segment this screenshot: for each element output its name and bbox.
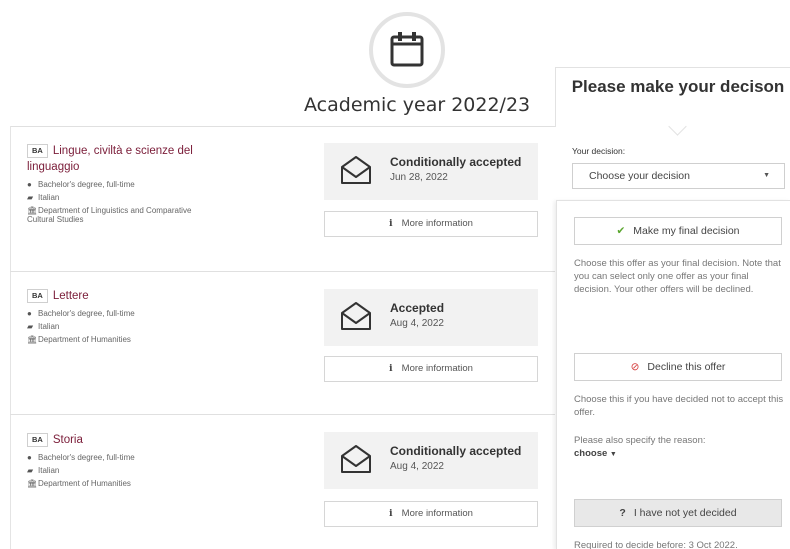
- speech-bubble-icon: ▰: [27, 322, 34, 331]
- degree-type: ● Bachelor's degree, full-time: [27, 309, 217, 319]
- not-yet-decided-label: I have not yet decided: [633, 507, 737, 519]
- language-text: Italian: [38, 322, 60, 331]
- final-decision-description: Choose this offer as your final decision…: [574, 258, 781, 295]
- speech-bubble-icon: ▰: [27, 466, 34, 475]
- program-title-text: Lettere: [52, 290, 89, 302]
- envelope-open-icon: [341, 156, 371, 184]
- more-information-label: More information: [401, 508, 473, 519]
- institution-icon: 🏛: [27, 335, 38, 344]
- caret-down-icon: ▼: [609, 451, 617, 458]
- degree-badge: BA: [27, 144, 48, 158]
- reason-dropdown-label: choose: [574, 448, 608, 459]
- language: ▰ Italian: [27, 322, 217, 332]
- dot-icon: ●: [27, 453, 32, 462]
- program-title[interactable]: BA Lettere: [27, 288, 217, 304]
- status-label: Conditionally accepted: [390, 444, 522, 458]
- reason-dropdown[interactable]: choose ▼: [574, 448, 617, 459]
- offer-list-top-border: [10, 126, 555, 127]
- speech-bubble-icon: ▰: [27, 193, 34, 202]
- calendar-badge: [369, 12, 445, 88]
- calendar-icon: [390, 32, 424, 67]
- dot-icon: ●: [27, 309, 32, 318]
- department: 🏛Department of Linguistics and Comparati…: [27, 206, 217, 224]
- caret-down-icon: ▼: [763, 172, 770, 179]
- language: ▰ Italian: [27, 466, 217, 476]
- department: 🏛Department of Humanities: [27, 335, 217, 345]
- dot-icon: ●: [27, 180, 32, 189]
- degree-type-text: Bachelor's degree, full-time: [38, 309, 135, 318]
- decision-label: Your decision:: [572, 146, 626, 156]
- program-title[interactable]: BA Storia: [27, 432, 217, 448]
- status-date: Jun 28, 2022: [390, 172, 448, 183]
- make-final-decision-label: Make my final decision: [633, 225, 740, 237]
- institution-icon: 🏛: [27, 479, 38, 488]
- degree-badge: BA: [27, 289, 48, 303]
- decision-panel-header: [555, 67, 790, 127]
- status-box: Accepted Aug 4, 2022: [324, 289, 538, 346]
- question-icon: ?: [619, 507, 626, 519]
- language: ▰ Italian: [27, 193, 217, 203]
- status-box: Conditionally accepted Aug 4, 2022: [324, 432, 538, 489]
- decision-select[interactable]: Choose your decision ▼: [572, 163, 785, 189]
- degree-type: ● Bachelor's degree, full-time: [27, 453, 217, 463]
- decision-panel-title: Please make your decison: [571, 77, 785, 96]
- reason-label: Please also specify the reason:: [574, 435, 706, 446]
- degree-type-text: Bachelor's degree, full-time: [38, 180, 135, 189]
- more-information-label: More information: [401, 363, 473, 374]
- language-text: Italian: [38, 193, 60, 202]
- offer-list-left-border: [10, 126, 11, 549]
- envelope-open-icon: [341, 302, 371, 330]
- envelope-open-icon: [341, 445, 371, 473]
- status-box: Conditionally accepted Jun 28, 2022: [324, 143, 538, 200]
- info-icon: i: [389, 218, 393, 229]
- ban-icon: ⊘: [630, 361, 640, 373]
- more-information-button[interactable]: i More information: [324, 356, 538, 382]
- make-final-decision-button[interactable]: ✔ Make my final decision: [574, 217, 782, 245]
- degree-badge: BA: [27, 433, 48, 447]
- offer-program-2: BA Lettere ● Bachelor's degree, full-time …: [27, 288, 217, 345]
- status-label: Conditionally accepted: [390, 155, 522, 169]
- degree-type: ● Bachelor's degree, full-time: [27, 180, 217, 190]
- more-information-label: More information: [401, 218, 473, 229]
- program-title-text: Lingue, civiltà e scienze del linguaggio: [27, 145, 193, 173]
- info-icon: i: [389, 508, 393, 519]
- department-text: Department of Linguistics and Comparativ…: [27, 206, 192, 224]
- language-text: Italian: [38, 466, 60, 475]
- info-icon: i: [389, 363, 393, 374]
- row-divider: [10, 271, 555, 272]
- department-text: Department of Humanities: [38, 335, 131, 344]
- decline-offer-label: Decline this offer: [647, 361, 726, 373]
- offer-program-3: BA Storia ● Bachelor's degree, full-time ▰…: [27, 432, 217, 489]
- program-title[interactable]: BA Lingue, civiltà e scienze del linguagg…: [27, 143, 217, 175]
- institution-icon: 🏛: [27, 206, 38, 215]
- status-date: Aug 4, 2022: [390, 461, 444, 472]
- status-label: Accepted: [390, 301, 445, 315]
- decline-offer-button[interactable]: ⊘ Decline this offer: [574, 353, 782, 381]
- department: 🏛Department of Humanities: [27, 479, 217, 489]
- department-text: Department of Humanities: [38, 479, 131, 488]
- check-icon: ✔: [616, 225, 626, 237]
- status-date: Aug 4, 2022: [390, 318, 444, 329]
- not-yet-decided-button[interactable]: ? I have not yet decided: [574, 499, 782, 527]
- decision-deadline: Required to decide before: 3 Oct 2022.: [574, 540, 738, 549]
- page-title: Academic year 2022/23: [304, 94, 531, 116]
- more-information-button[interactable]: i More information: [324, 501, 538, 527]
- row-divider: [10, 414, 555, 415]
- program-title-text: Storia: [52, 434, 83, 446]
- more-information-button[interactable]: i More information: [324, 211, 538, 237]
- decline-description: Choose this if you have decided not to a…: [574, 394, 784, 418]
- offer-program-1: BA Lingue, civiltà e scienze del linguagg…: [27, 143, 217, 224]
- decision-select-value: Choose your decision: [589, 170, 690, 182]
- degree-type-text: Bachelor's degree, full-time: [38, 453, 135, 462]
